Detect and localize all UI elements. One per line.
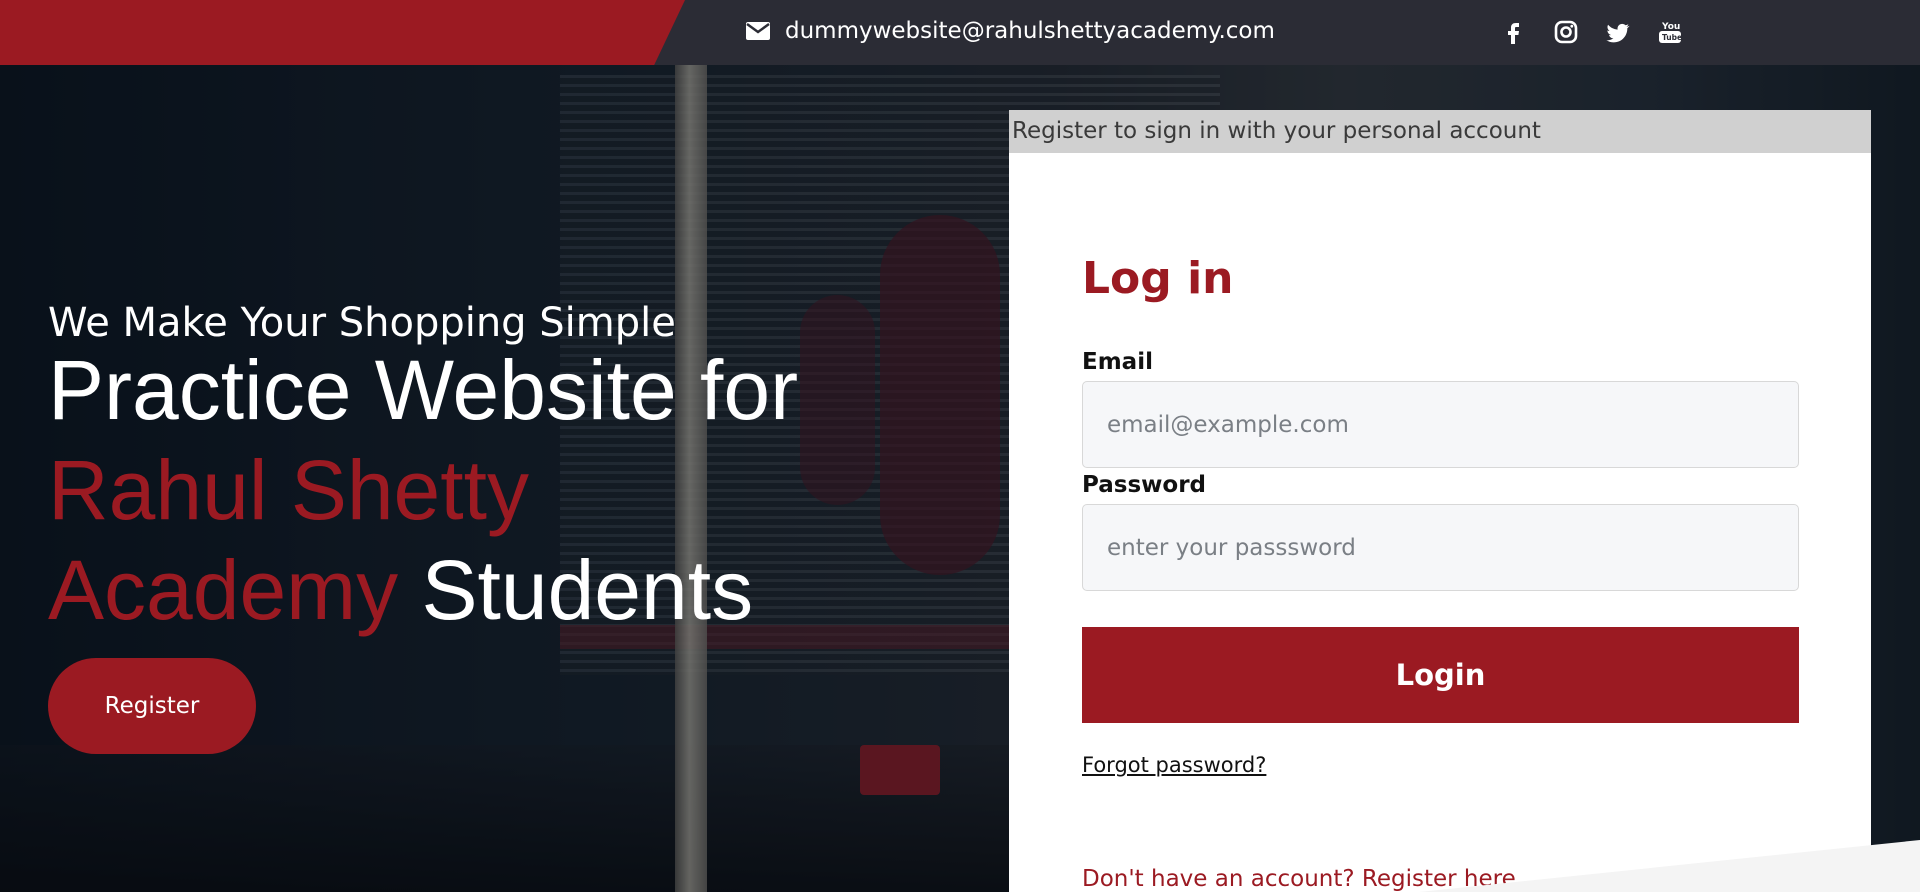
instagram-icon[interactable] — [1552, 18, 1580, 46]
headline-line-3: Academy Students — [48, 540, 868, 640]
signup-link[interactable]: Don't have an account? Register here — [1082, 866, 1516, 892]
social-links: You Tube — [1500, 18, 1684, 46]
email-field[interactable] — [1082, 381, 1799, 468]
login-title: Log in — [1082, 253, 1234, 304]
headline-red-word: Academy — [48, 543, 399, 637]
contact-email-text[interactable]: dummywebsite@rahulshettyacademy.com — [785, 18, 1275, 44]
facebook-icon[interactable] — [1500, 18, 1528, 46]
login-button[interactable]: Login — [1082, 627, 1799, 723]
contact-email: dummywebsite@rahulshettyacademy.com — [745, 18, 1275, 44]
password-label: Password — [1082, 472, 1206, 498]
password-field[interactable] — [1082, 504, 1799, 591]
topbar-red-stripe — [0, 0, 685, 65]
envelope-icon — [746, 22, 770, 40]
headline-line-1: Practice Website for — [48, 343, 799, 437]
twitter-icon[interactable] — [1604, 18, 1632, 46]
youtube-icon[interactable]: You Tube — [1656, 18, 1684, 46]
svg-text:Tube: Tube — [1662, 33, 1682, 42]
login-card: Log in Email Password Login Forgot passw… — [1009, 153, 1871, 892]
login-card-header: Register to sign in with your personal a… — [1009, 110, 1871, 153]
register-button[interactable]: Register — [48, 658, 256, 754]
headline-line-2: Rahul Shetty — [48, 443, 529, 537]
email-label: Email — [1082, 349, 1153, 375]
forgot-password-link[interactable]: Forgot password? — [1082, 753, 1266, 777]
svg-text:You: You — [1661, 22, 1680, 32]
top-bar: dummywebsite@rahulshettyacademy.com You T… — [0, 0, 1920, 65]
headline-white-word: Students — [421, 543, 754, 637]
hero-headline: Practice Website for Rahul Shetty Academ… — [48, 340, 868, 640]
